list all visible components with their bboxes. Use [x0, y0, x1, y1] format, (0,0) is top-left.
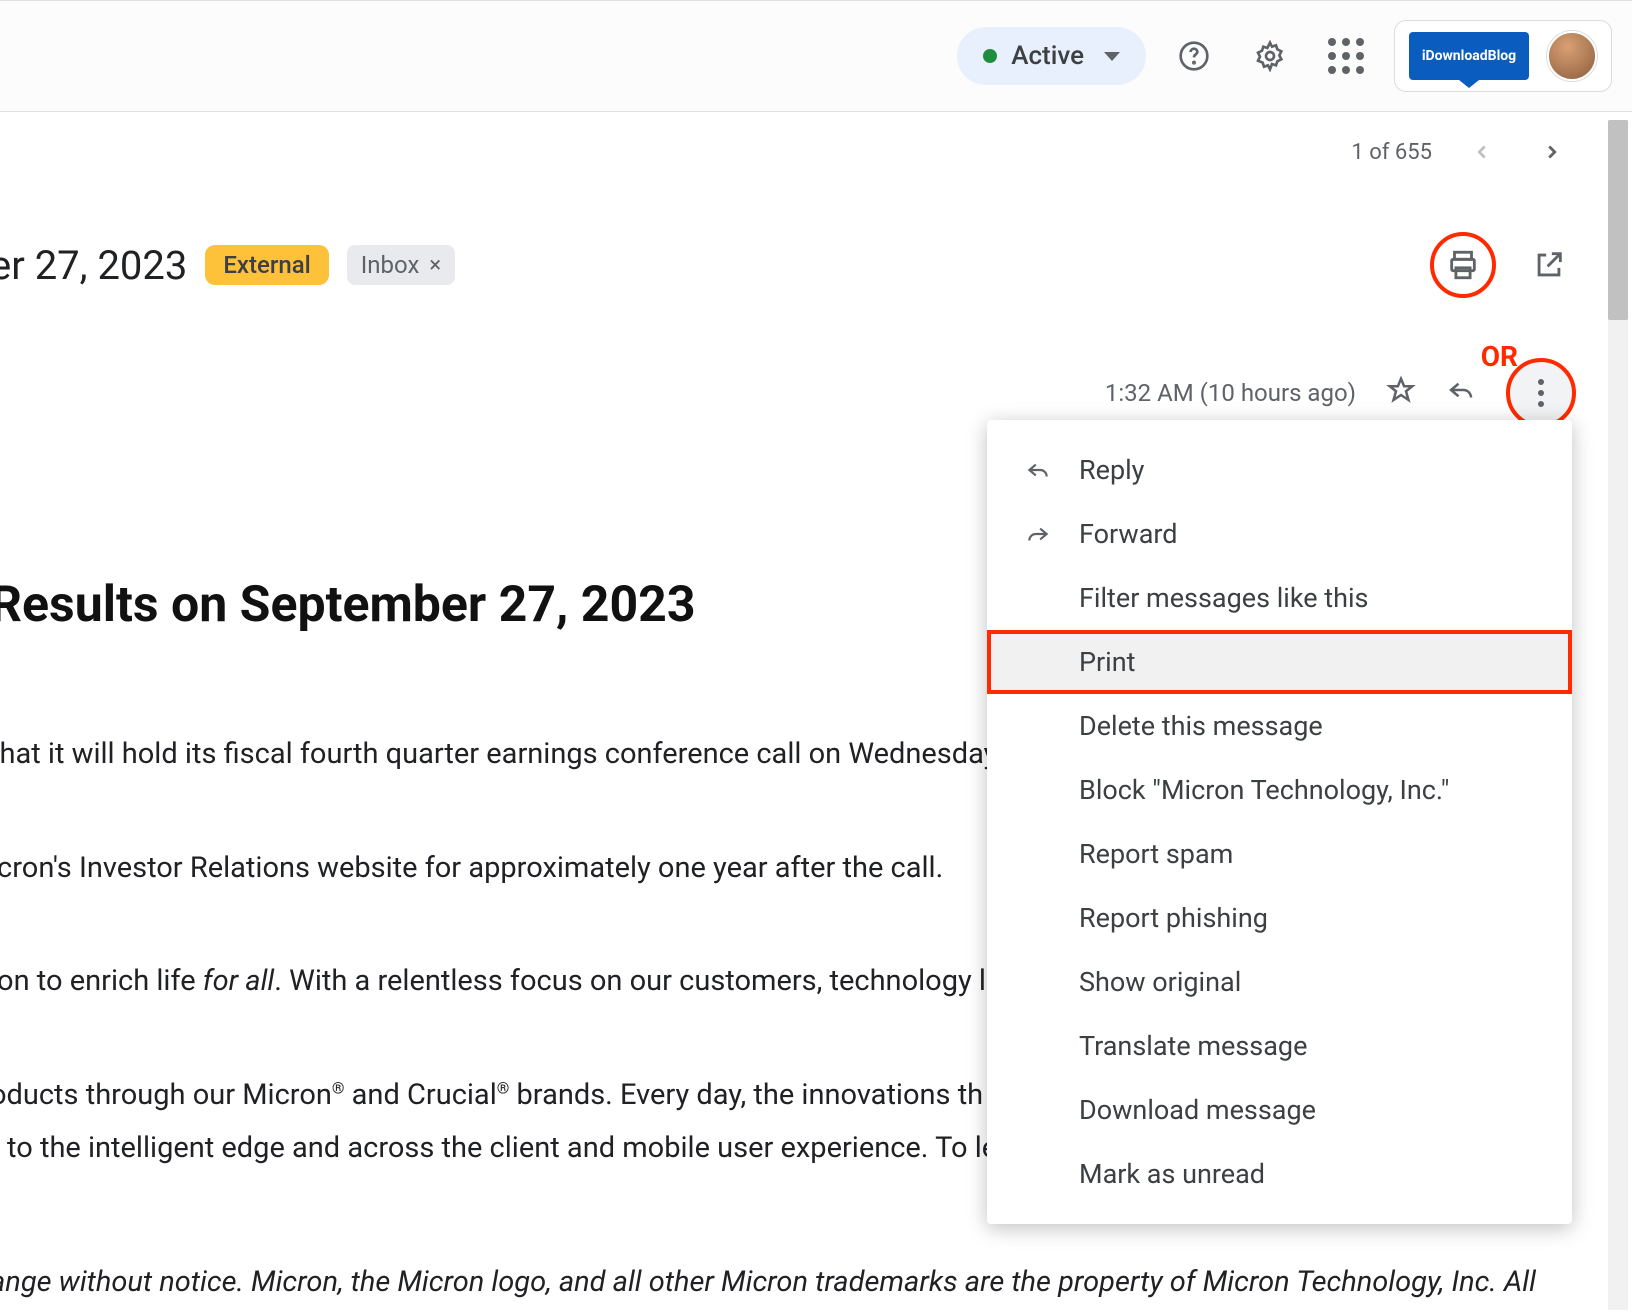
subject-partial: er 27, 2023	[0, 242, 187, 289]
menu-filter[interactable]: Filter messages like this	[987, 566, 1572, 630]
print-highlight	[1430, 232, 1496, 298]
status-dot-icon	[983, 49, 997, 63]
pager-text: 1 of 655	[1351, 140, 1432, 165]
subject-actions	[1430, 232, 1572, 298]
help-icon	[1178, 40, 1210, 72]
menu-delete[interactable]: Delete this message	[987, 694, 1572, 758]
star-button[interactable]	[1386, 375, 1416, 411]
close-icon[interactable]: ×	[429, 253, 441, 278]
more-button[interactable]	[1538, 379, 1544, 407]
body-disclaimer: ange without notice. Micron, the Micron …	[0, 1261, 1500, 1305]
menu-reply[interactable]: Reply	[987, 438, 1572, 502]
menu-forward[interactable]: Forward	[987, 502, 1572, 566]
menu-spam[interactable]: Report spam	[987, 822, 1572, 886]
help-button[interactable]	[1166, 28, 1222, 84]
menu-translate[interactable]: Translate message	[987, 1014, 1572, 1078]
external-badge: External	[205, 245, 328, 285]
reply-button[interactable]	[1446, 375, 1476, 411]
avatar[interactable]	[1547, 31, 1597, 81]
pager: 1 of 655	[0, 112, 1632, 172]
subject-row: er 27, 2023 External Inbox ×	[0, 172, 1632, 298]
menu-download[interactable]: Download message	[987, 1078, 1572, 1142]
forward-icon	[1023, 521, 1053, 547]
timestamp: 1:32 AM (10 hours ago)	[1105, 379, 1356, 407]
print-button[interactable]	[1440, 242, 1486, 288]
gear-icon	[1254, 40, 1286, 72]
chevron-right-icon	[1541, 141, 1563, 163]
more-vertical-icon	[1538, 379, 1544, 407]
message-meta: 1:32 AM (10 hours ago)	[0, 298, 1632, 428]
chevron-down-icon	[1104, 52, 1120, 61]
menu-print[interactable]: Print	[987, 630, 1572, 694]
message-more-menu: Reply Forward Filter messages like this …	[987, 420, 1572, 1224]
star-icon	[1386, 375, 1416, 405]
apps-button[interactable]	[1318, 28, 1374, 84]
next-button[interactable]	[1532, 132, 1572, 172]
menu-mark-unread[interactable]: Mark as unread	[987, 1142, 1572, 1206]
status-pill[interactable]: Active	[957, 27, 1146, 85]
app-header: Active iDownloadBlog	[0, 0, 1632, 112]
account-box[interactable]: iDownloadBlog	[1394, 20, 1612, 92]
print-icon	[1446, 248, 1480, 282]
reply-icon	[1446, 375, 1476, 405]
open-external-icon	[1532, 248, 1566, 282]
open-new-window-button[interactable]	[1526, 242, 1572, 288]
status-label: Active	[1011, 41, 1084, 71]
scrollbar-thumb[interactable]	[1608, 120, 1628, 320]
settings-button[interactable]	[1242, 28, 1298, 84]
brand-logo: iDownloadBlog	[1409, 32, 1529, 80]
more-highlight	[1506, 358, 1576, 428]
menu-block[interactable]: Block "Micron Technology, Inc."	[987, 758, 1572, 822]
menu-phishing[interactable]: Report phishing	[987, 886, 1572, 950]
reply-icon	[1023, 457, 1053, 483]
prev-button[interactable]	[1462, 132, 1502, 172]
apps-grid-icon	[1328, 38, 1364, 74]
menu-show-original[interactable]: Show original	[987, 950, 1572, 1014]
chevron-left-icon	[1471, 141, 1493, 163]
inbox-badge[interactable]: Inbox ×	[347, 245, 455, 285]
